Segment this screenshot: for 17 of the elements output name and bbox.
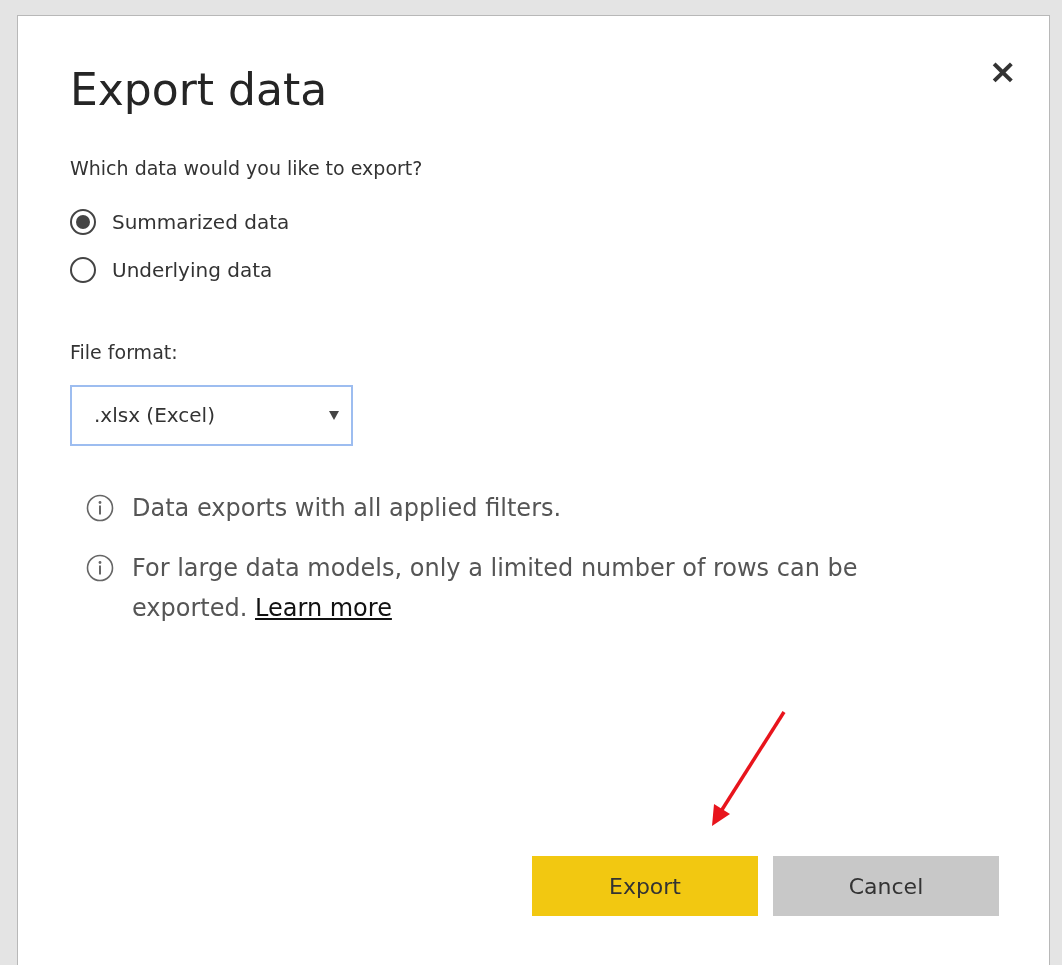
option-label: Summarized data (112, 209, 290, 234)
info-icon (86, 553, 114, 582)
note-text: For large data models, only a limited number of rows can be exported. Learn more (132, 552, 859, 624)
file-format-dropdown[interactable]: .xlsx (Excel) (70, 384, 353, 446)
export-button[interactable]: Export (532, 856, 758, 916)
learn-more-link[interactable]: Learn more (255, 593, 392, 622)
option-label: Underlying data (112, 257, 273, 282)
radio-button[interactable] (70, 208, 96, 235)
info-icon (86, 493, 114, 522)
radio-button[interactable] (70, 256, 96, 283)
note-text: Data exports with all applied filters. (132, 492, 562, 524)
question-text: Which data would you like to export? (70, 156, 424, 179)
field-label: File format: (70, 340, 179, 363)
close-button[interactable]: × (988, 54, 1017, 88)
caret-icon (329, 410, 339, 420)
dialog-title: Export data (70, 64, 328, 117)
cancel-button[interactable]: Cancel (773, 856, 999, 916)
